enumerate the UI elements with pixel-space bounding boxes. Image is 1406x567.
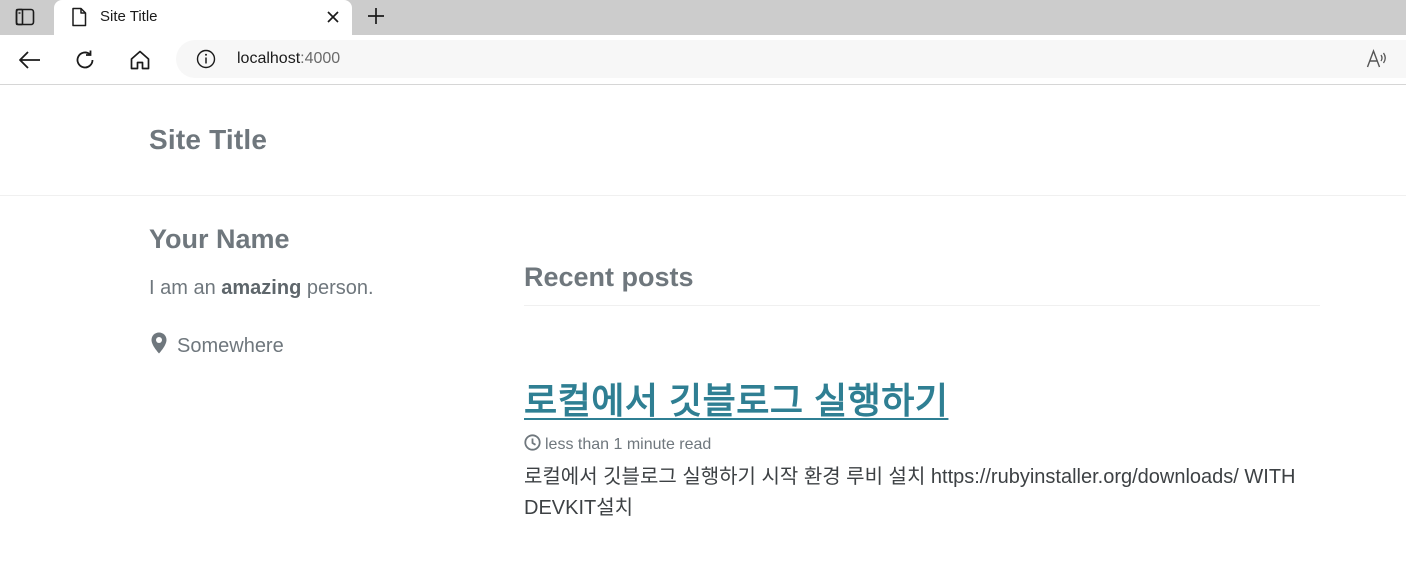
- back-arrow-icon[interactable]: [17, 47, 43, 73]
- post-meta: less than 1 minute read: [524, 434, 1320, 456]
- browser-tab-bar: Site Title: [0, 0, 1406, 36]
- tab-actions-icon[interactable]: [12, 6, 38, 28]
- masthead: Site Title: [0, 86, 1406, 196]
- author-location: Somewhere: [149, 332, 479, 360]
- clock-icon: [524, 434, 541, 456]
- author-bio-suffix: person.: [301, 277, 374, 299]
- recent-posts-heading: Recent posts: [524, 262, 1320, 306]
- site-title-link[interactable]: Site Title: [149, 124, 267, 156]
- author-name: Your Name: [149, 224, 290, 254]
- author-bio-bold: amazing: [221, 277, 302, 299]
- post-title-link[interactable]: 로컬에서 깃블로그 실행하기: [524, 372, 948, 424]
- url-field[interactable]: localhost:4000: [176, 40, 1406, 78]
- author-bio: I am an amazing person.: [149, 277, 479, 300]
- main-content: Recent posts 로컬에서 깃블로그 실행하기 less than 1 …: [524, 262, 1320, 524]
- read-aloud-icon[interactable]: [1366, 49, 1388, 74]
- map-marker-icon: [151, 332, 167, 360]
- browser-tab-active[interactable]: Site Title: [54, 0, 352, 36]
- url-text: localhost:4000: [237, 50, 340, 68]
- browser-address-bar: localhost:4000: [0, 35, 1406, 85]
- plus-icon[interactable]: [364, 4, 388, 28]
- author-location-text: Somewhere: [177, 334, 284, 357]
- info-icon[interactable]: [196, 49, 216, 74]
- tab-title: Site Title: [100, 8, 158, 25]
- post-excerpt: 로컬에서 깃블로그 실행하기 시작 환경 루비 설치 https://rubyi…: [524, 466, 1296, 519]
- author-bio-prefix: I am an: [149, 277, 222, 299]
- post-read-time: less than 1 minute read: [545, 436, 712, 453]
- post-item: 로컬에서 깃블로그 실행하기 less than 1 minute read 로…: [524, 372, 1320, 524]
- close-icon[interactable]: [322, 6, 344, 28]
- author-profile: Your Name I am an amazing person. Somewh…: [149, 224, 479, 360]
- url-port: :4000: [300, 50, 341, 67]
- page-icon: [70, 7, 88, 32]
- refresh-icon[interactable]: [72, 47, 98, 73]
- home-icon[interactable]: [127, 47, 153, 73]
- url-host: localhost: [237, 50, 301, 67]
